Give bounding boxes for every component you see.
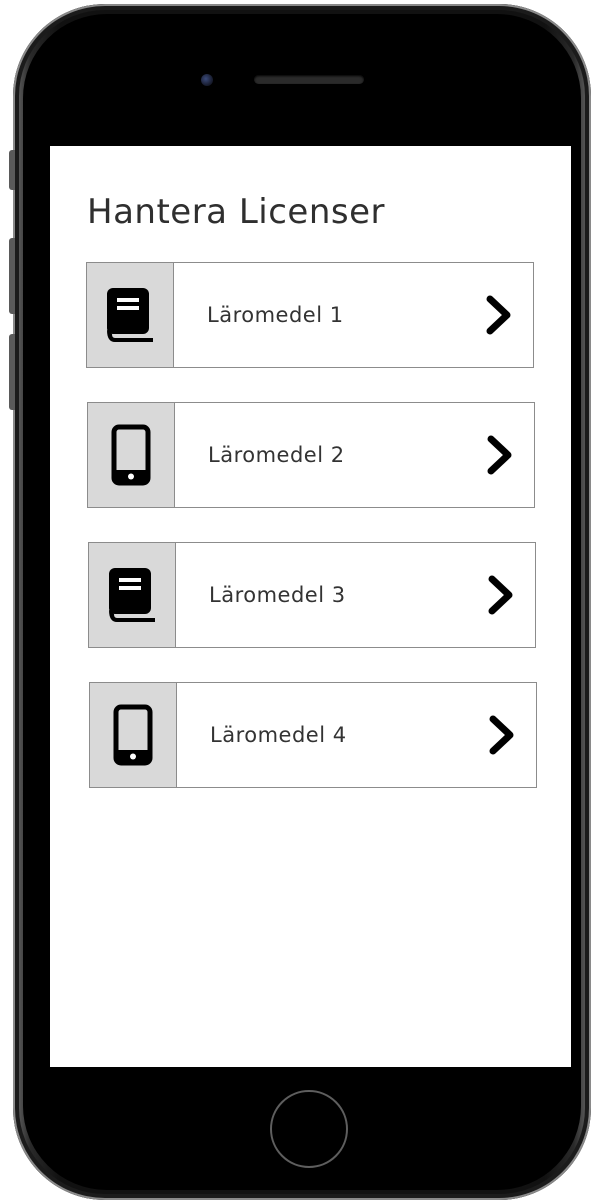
item-label: Läromedel 2 <box>208 443 345 467</box>
item-label: Läromedel 3 <box>209 583 346 607</box>
mute-switch <box>9 150 15 190</box>
item-thumbnail <box>89 543 176 647</box>
list-item-2[interactable]: Läromedel 2 <box>87 402 535 508</box>
item-label: Läromedel 1 <box>207 303 344 327</box>
smartphone-icon <box>113 704 153 766</box>
item-thumbnail <box>90 683 177 787</box>
book-icon <box>107 288 153 342</box>
volume-up-button <box>9 238 15 314</box>
home-button[interactable] <box>270 1090 348 1168</box>
app-screen: Hantera Licenser Läromedel 1 Läromedel 2 <box>50 146 571 1067</box>
item-thumbnail <box>88 403 175 507</box>
earpiece-speaker <box>254 75 364 84</box>
item-thumbnail <box>87 263 174 367</box>
list-item-3[interactable]: Läromedel 3 <box>88 542 536 648</box>
item-label: Läromedel 4 <box>210 723 347 747</box>
chevron-right-icon[interactable] <box>480 435 520 475</box>
smartphone-icon <box>111 424 151 486</box>
chevron-right-icon[interactable] <box>482 715 522 755</box>
list-item-4[interactable]: Läromedel 4 <box>89 682 537 788</box>
volume-down-button <box>9 334 15 410</box>
chevron-right-icon[interactable] <box>479 295 519 335</box>
book-icon <box>109 568 155 622</box>
list-item-1[interactable]: Läromedel 1 <box>86 262 534 368</box>
front-camera <box>201 74 213 86</box>
chevron-right-icon[interactable] <box>481 575 521 615</box>
page-title: Hantera Licenser <box>87 192 385 232</box>
